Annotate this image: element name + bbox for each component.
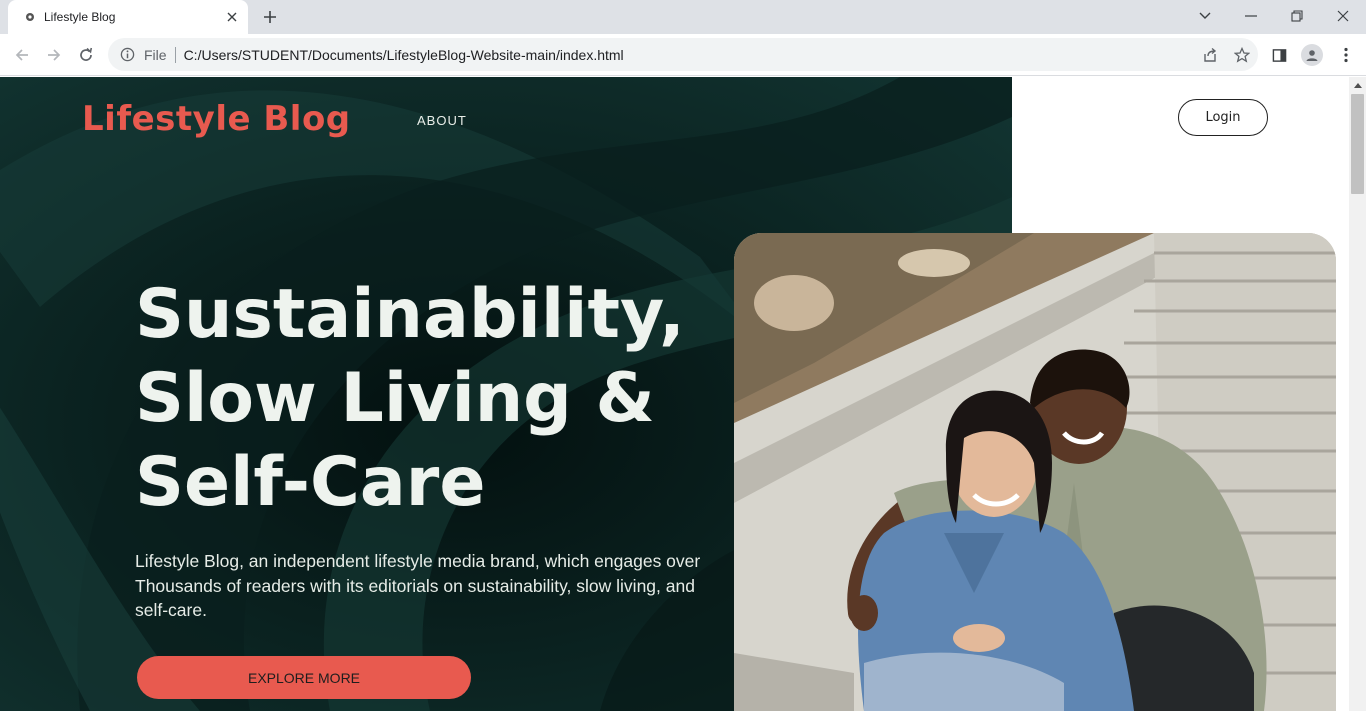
scrollbar-thumb[interactable] <box>1351 94 1364 194</box>
scroll-up-arrow-icon[interactable] <box>1349 77 1366 93</box>
profile-icon[interactable] <box>1296 39 1328 71</box>
avatar <box>1301 44 1323 66</box>
info-icon[interactable] <box>118 46 136 64</box>
favicon-icon <box>22 9 38 25</box>
headline-line: Self-Care <box>135 443 486 522</box>
page-scrollbar[interactable] <box>1349 77 1366 711</box>
plus-icon[interactable] <box>256 4 284 30</box>
minimize-icon[interactable] <box>1228 0 1274 32</box>
back-icon[interactable] <box>6 39 38 71</box>
site-logo[interactable]: Lifestyle Blog <box>82 99 351 139</box>
reload-icon[interactable] <box>70 39 102 71</box>
url-text[interactable]: C:/Users/STUDENT/Documents/LifestyleBlog… <box>184 47 1194 63</box>
window-close-icon[interactable] <box>1320 0 1366 32</box>
browser-toolbar: File C:/Users/STUDENT/Documents/Lifestyl… <box>0 34 1366 76</box>
headline-line: Sustainability, <box>135 275 685 354</box>
restore-icon[interactable] <box>1274 0 1320 32</box>
browser-tab[interactable]: Lifestyle Blog <box>8 0 248 34</box>
star-icon[interactable] <box>1226 39 1258 71</box>
hero-description: Lifestyle Blog, an independent lifestyle… <box>135 551 701 620</box>
address-bar[interactable]: File C:/Users/STUDENT/Documents/Lifestyl… <box>108 38 1258 71</box>
nav-link-about[interactable]: ABOUT <box>417 113 467 128</box>
login-button[interactable]: Login <box>1178 99 1268 136</box>
share-icon[interactable] <box>1194 39 1226 71</box>
hero-photo <box>734 233 1336 711</box>
tab-title: Lifestyle Blog <box>44 10 116 24</box>
page-viewport: Lifestyle Blog ABOUT Login Sustainabilit… <box>0 77 1366 711</box>
browser-tab-bar: Lifestyle Blog <box>0 0 1366 34</box>
hero-headline: Sustainability, Slow Living & Self-Care <box>135 273 735 525</box>
close-icon[interactable] <box>220 5 244 29</box>
chevron-down-icon[interactable] <box>1182 0 1228 32</box>
menu-icon[interactable] <box>1330 39 1362 71</box>
explore-more-button[interactable]: EXPLORE MORE <box>137 656 471 699</box>
forward-icon[interactable] <box>38 39 70 71</box>
headline-line: Slow Living & <box>135 359 655 438</box>
side-panel-icon[interactable] <box>1263 39 1295 71</box>
url-scheme-label: File <box>144 46 167 63</box>
url-divider <box>174 46 176 63</box>
